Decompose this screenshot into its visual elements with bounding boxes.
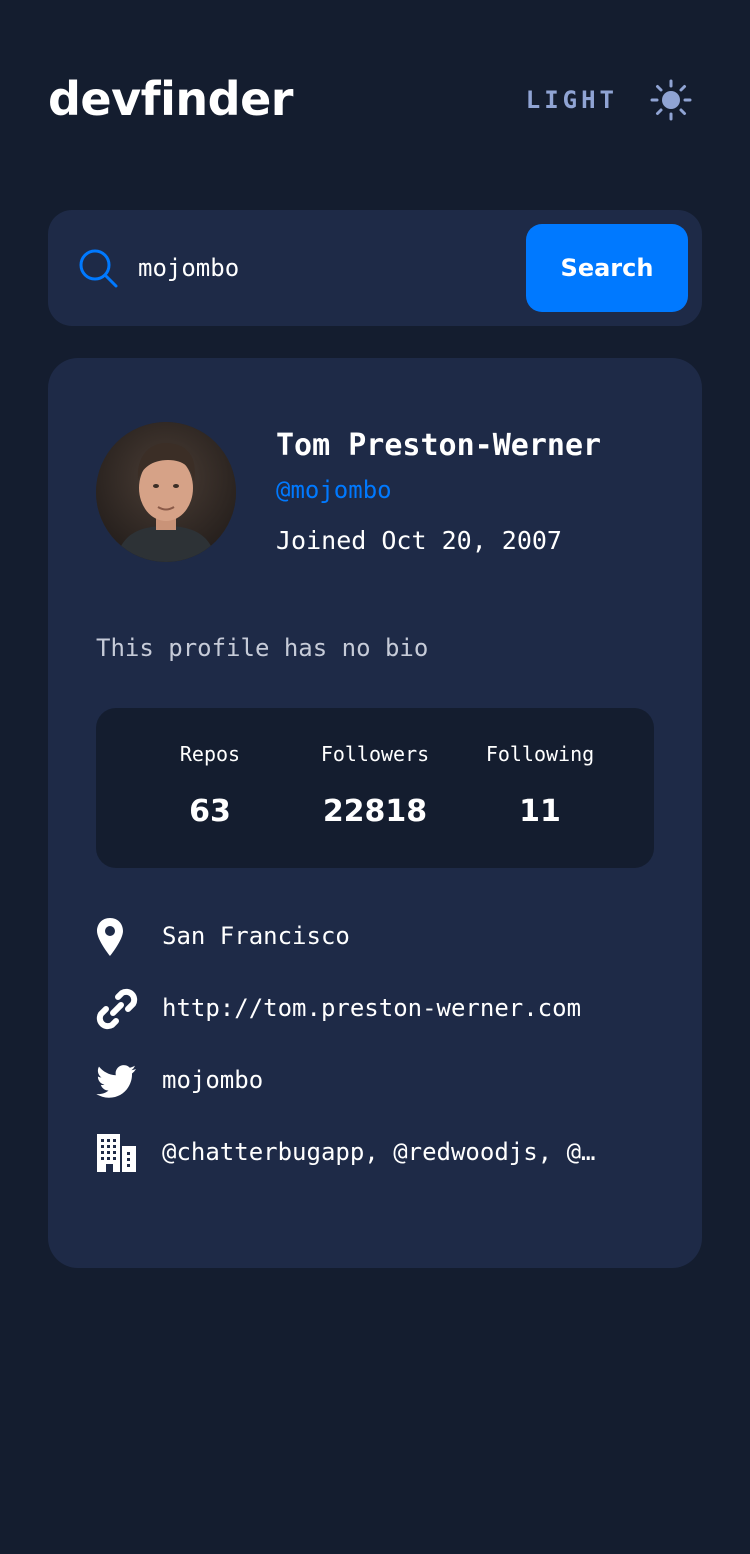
location-pin-icon bbox=[97, 918, 123, 956]
avatar-image bbox=[96, 422, 236, 562]
stat-repos-value: 63 bbox=[189, 794, 231, 829]
twitter-row: mojombo bbox=[96, 1058, 676, 1106]
twitter-icon bbox=[96, 1065, 136, 1098]
user-name: Tom Preston-Werner bbox=[276, 428, 602, 463]
app-logo: devfinder bbox=[48, 72, 293, 126]
search-button[interactable]: Search bbox=[526, 224, 688, 312]
stat-following-value: 11 bbox=[519, 794, 561, 829]
join-date: Joined Oct 20, 2007 bbox=[276, 526, 562, 555]
search-input[interactable] bbox=[138, 246, 518, 290]
company-row: @chatterbugapp, @redwoodjs, @… bbox=[96, 1130, 676, 1178]
stat-following-label: Following bbox=[485, 742, 595, 766]
app-header: devfinder LIGHT bbox=[48, 70, 702, 130]
link-icon bbox=[96, 988, 138, 1030]
user-bio: This profile has no bio bbox=[96, 634, 429, 662]
stat-followers: Followers 22818 bbox=[295, 742, 455, 829]
location-row: San Francisco bbox=[96, 914, 676, 962]
user-login-link[interactable]: @mojombo bbox=[276, 476, 392, 504]
profile-card: Tom Preston-Werner @mojombo Joined Oct 2… bbox=[48, 358, 702, 1268]
avatar bbox=[96, 422, 236, 562]
search-bar: Search bbox=[48, 210, 702, 326]
search-icon bbox=[79, 249, 118, 288]
website-link[interactable]: http://tom.preston-werner.com bbox=[162, 994, 581, 1022]
twitter-handle: mojombo bbox=[162, 1066, 264, 1094]
stat-followers-value: 22818 bbox=[322, 794, 428, 829]
building-icon bbox=[97, 1134, 136, 1172]
theme-toggle-button[interactable]: LIGHT bbox=[526, 78, 692, 122]
sun-icon bbox=[650, 79, 692, 121]
stat-following: Following 11 bbox=[460, 742, 620, 829]
theme-toggle-label: LIGHT bbox=[525, 86, 618, 114]
stats-panel: Repos 63 Followers 22818 Following 11 bbox=[96, 708, 654, 868]
stat-repos: Repos 63 bbox=[130, 742, 290, 829]
stat-repos-label: Repos bbox=[179, 742, 241, 766]
website-row: http://tom.preston-werner.com bbox=[96, 986, 676, 1034]
company-text: @chatterbugapp, @redwoodjs, @… bbox=[162, 1138, 596, 1166]
stat-followers-label: Followers bbox=[320, 742, 430, 766]
location-text: San Francisco bbox=[162, 922, 350, 950]
